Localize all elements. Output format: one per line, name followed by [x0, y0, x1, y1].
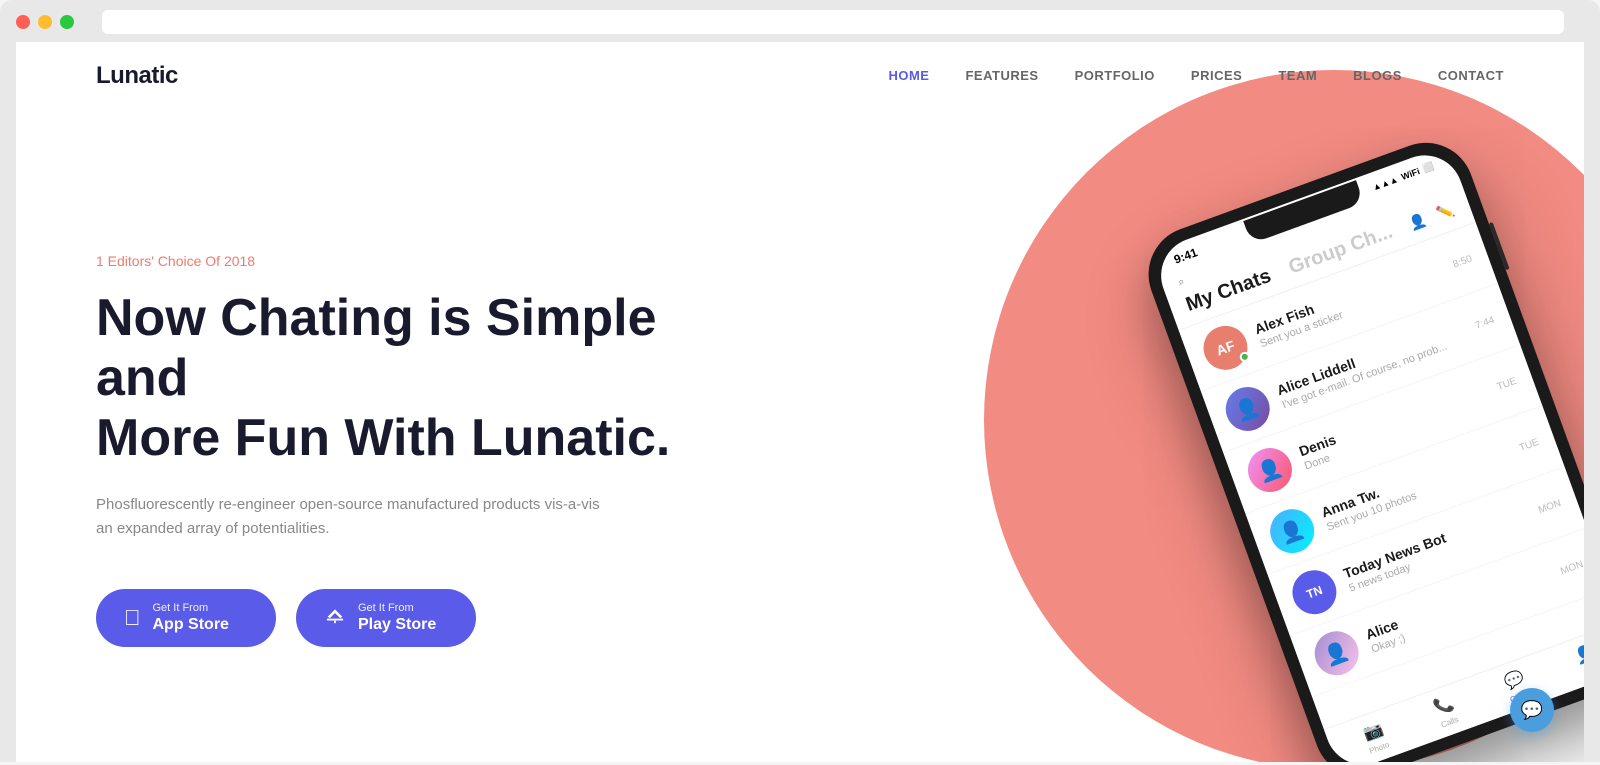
appstore-label-top: Get It From	[153, 603, 229, 614]
dot-yellow[interactable]	[38, 15, 52, 29]
wifi-icon: WiFi	[1400, 166, 1421, 182]
hero-content: 1 Editors' Choice Of 2018 Now Chating is…	[96, 253, 800, 646]
signal-icon: ▲▲▲	[1371, 174, 1400, 193]
camera-icon: 📷	[1361, 719, 1387, 745]
hero-description: Phosfluorescently re-engineer open-sourc…	[96, 493, 616, 541]
nav-home[interactable]: HOME	[888, 68, 929, 83]
calls-icon: 📞	[1431, 693, 1457, 719]
chat-fab-button[interactable]: 💬	[1510, 688, 1554, 732]
avatar-alice: 👤	[1308, 625, 1364, 681]
profile-icon: 👤	[1572, 642, 1584, 668]
hero-visual: 9:41 ▲▲▲ WiFi ⬜ ⌕	[800, 150, 1504, 750]
online-indicator	[1238, 350, 1251, 363]
hero-title-line2: More Fun With Lunatic.	[96, 409, 670, 467]
chat-time: MON	[1537, 497, 1563, 515]
avatar-anna: 👤	[1264, 503, 1320, 559]
chat-time: MON	[1559, 558, 1584, 576]
playstore-label-top: Get It From	[358, 603, 436, 614]
navbar: Lunatic HOME FEATURES PORTFOLIO PRICES T…	[16, 42, 1584, 110]
chat-header-icons: 👤 ✏️	[1407, 201, 1457, 233]
avatar-denis: 👤	[1242, 442, 1298, 498]
hero-title: Now Chating is Simple and More Fun With …	[96, 289, 760, 468]
nav-prices[interactable]: PRICES	[1191, 68, 1242, 83]
phone-nav-calls[interactable]: 📞 Calls	[1431, 693, 1461, 730]
chat-time: TUE	[1518, 436, 1541, 453]
nav-portfolio[interactable]: PORTFOLIO	[1075, 68, 1155, 83]
battery-icon: ⬜	[1421, 160, 1435, 174]
nav-contact[interactable]: CONTACT	[1438, 68, 1504, 83]
chat-time: 7:44	[1474, 314, 1496, 331]
nav-features[interactable]: FEATURES	[965, 68, 1038, 83]
chat-time: TUE	[1495, 375, 1518, 392]
appstore-button[interactable]:  Get It From App Store	[96, 589, 276, 647]
hero-tagline: 1 Editors' Choice Of 2018	[96, 253, 760, 269]
avatar-alice-liddell: 👤	[1220, 381, 1276, 437]
apple-icon: 	[124, 605, 141, 631]
cta-buttons:  Get It From App Store	[96, 589, 760, 647]
nav-links: HOME FEATURES PORTFOLIO PRICES TEAM BLOG…	[888, 67, 1504, 85]
appstore-label-main: App Store	[153, 617, 229, 633]
address-bar[interactable]	[102, 10, 1564, 34]
user-icon[interactable]: 👤	[1407, 211, 1429, 233]
hero-title-line1: Now Chating is Simple and	[96, 289, 657, 407]
fab-icon: 💬	[1521, 700, 1543, 721]
compose-icon[interactable]: ✏️	[1434, 201, 1456, 223]
avatar-alex: AF	[1197, 320, 1253, 376]
main-page: Lunatic HOME FEATURES PORTFOLIO PRICES T…	[16, 42, 1584, 762]
dot-red[interactable]	[16, 15, 30, 29]
nav-team[interactable]: TEAM	[1278, 68, 1317, 83]
phone-nav-me[interactable]: 👤 Me	[1572, 642, 1584, 679]
phone-nav-photo[interactable]: 📷 Photo	[1360, 718, 1391, 755]
playstore-button[interactable]: Get It From Play Store	[296, 589, 476, 647]
logo: Lunatic	[96, 62, 178, 90]
chat-time: 8:50	[1452, 253, 1474, 270]
dot-green[interactable]	[60, 15, 74, 29]
avatar-news-bot: TN	[1286, 564, 1342, 620]
hero-section: 1 Editors' Choice Of 2018 Now Chating is…	[16, 110, 1584, 750]
playstore-label-main: Play Store	[358, 617, 436, 633]
nav-blogs[interactable]: BLOGS	[1353, 68, 1402, 83]
android-icon	[324, 604, 346, 632]
phone-nav-label: Calls	[1440, 715, 1460, 730]
